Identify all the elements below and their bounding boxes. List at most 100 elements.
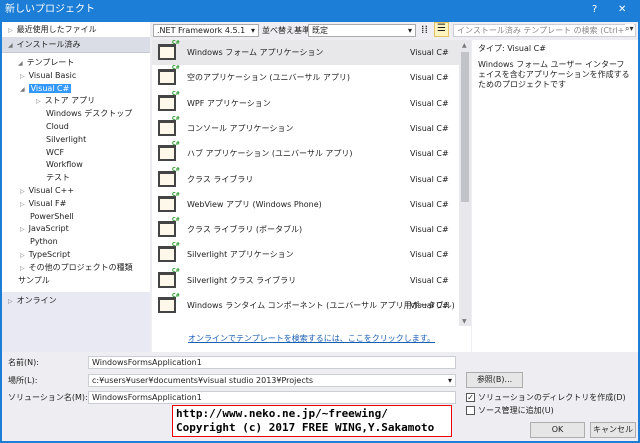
small-icons-view-icon[interactable]: ⁞⁞ [421,23,428,36]
search-icon[interactable]: ⌕▾ [625,24,634,34]
location-input[interactable]: c:¥users¥user¥documents¥visual studio 20… [88,374,456,387]
template-icon [158,44,176,60]
csharp-badge-icon: C# [172,242,180,249]
tree-item[interactable]: Python [30,236,58,248]
scroll-up-icon[interactable]: ▲ [462,42,467,49]
csharp-badge-icon: C# [172,217,180,224]
expand-arrow-icon[interactable]: ▷ [20,73,25,80]
expand-arrow-icon[interactable]: ▷ [20,252,25,259]
tree-item[interactable]: ▷ JavaScript [20,223,69,235]
template-type: Visual C# [410,149,449,159]
watermark-copyright: Copyright (c) 2017 FREE WING,Y.Sakamoto [176,421,435,434]
installed-section[interactable]: ◢ インストール済み [2,37,150,53]
template-row[interactable]: C# クラス ライブラリ (ポータブル) Visual C# [152,217,459,242]
tree-item-label: テンプレート [26,58,75,67]
tree-item[interactable]: ▷ Visual C++ [20,185,74,197]
sort-select[interactable]: 既定 ▾ [308,24,416,37]
template-row[interactable]: C# 空のアプリケーション (ユニバーサル アプリ) Visual C# [152,65,459,90]
tree-item[interactable]: Workflow [46,159,83,171]
template-name: Silverlight クラス ライブラリ [187,275,297,285]
csharp-badge-icon: C# [172,267,180,274]
template-name: Windows フォーム アプリケーション [187,48,324,57]
template-row[interactable]: C# クラス ライブラリ Visual C# [152,167,459,192]
ok-button[interactable]: OK [530,422,585,438]
template-icon [158,246,176,263]
online-section[interactable]: ▷ オンライン [2,292,150,352]
tree-item-label: その他のプロジェクトの種類 [28,262,133,272]
framework-select[interactable]: .NET Framework 4.5.1 ▾ [153,24,259,37]
online-template-link[interactable]: オンラインでテンプレートを検索するには、ここをクリックします。 [188,334,435,343]
tree-item-label: サンプル [18,275,50,285]
expand-arrow-icon[interactable]: ▷ [36,98,41,105]
template-row[interactable]: C# Windows ランタイム コンポーネント (ユニバーサル アプリ用ポータブ… [152,293,459,318]
source-control-checkbox[interactable]: ソース管理に追加(U) [466,405,554,416]
checkbox-checked-icon[interactable]: ✓ [466,393,475,402]
template-row[interactable]: C# WPF アプリケーション Visual C# [152,91,459,116]
template-row[interactable]: C# WebView アプリ (Windows Phone) Visual C# [152,192,459,217]
tree-item[interactable]: ▷ TypeScript [20,249,70,261]
csharp-badge-icon: C# [172,141,180,148]
template-icon [158,69,176,86]
watermark-url: http://www.neko.ne.jp/~freewing/ [176,407,388,420]
tree-item[interactable]: サンプル [18,275,50,287]
tree-item[interactable]: テスト [46,172,70,184]
cancel-button[interactable]: キャンセル [590,422,636,438]
template-search-input[interactable]: インストール済み テンプレート の検索 (Ctrl+E) [453,24,636,37]
tree-item-label: Workflow [46,160,83,170]
scroll-down-icon[interactable]: ▼ [462,318,467,325]
tree-item[interactable]: ▷ ストア アプリ [36,95,95,107]
tree-item[interactable]: WCF [46,147,64,159]
template-name: 空のアプリケーション (ユニバーサル アプリ) [187,73,351,83]
expand-arrow-icon[interactable]: ◢ [18,60,23,67]
tree-item-label: Python [30,237,58,247]
browse-button[interactable]: 参照(B)... [466,372,523,388]
template-icon [158,195,176,212]
tree-item[interactable]: ▷ Visual Basic [20,70,76,82]
project-name-input[interactable]: WindowsFormsApplication1 [88,356,456,369]
template-icon [158,221,176,238]
create-directory-checkbox[interactable]: ✓ ソリューションのディレクトリを作成(D) [466,392,626,403]
online-label: オンライン [16,296,57,305]
tree-item[interactable]: PowerShell [30,211,74,223]
tree-item[interactable]: Silverlight [46,134,86,146]
tree-item[interactable]: ◢ テンプレート [18,57,74,69]
tree-item[interactable]: Windows デスクトップ [46,108,132,120]
tree-item-label: Windows デスクトップ [46,109,133,119]
tree-item[interactable]: ◢ Visual C# [20,83,72,95]
tree-item[interactable]: Cloud [46,121,69,133]
window-title: 新しいプロジェクト [5,4,95,15]
expand-arrow-icon[interactable]: ◢ [20,86,25,93]
checkbox-unchecked-icon[interactable] [466,406,475,415]
template-name: WPF アプリケーション [187,98,271,108]
tree-item[interactable]: ▷ Visual F# [20,198,66,210]
template-icon [158,271,176,288]
template-row[interactable]: C# Silverlight アプリケーション Visual C# [152,242,459,267]
tree-item[interactable]: ▷ その他のプロジェクトの種類 [20,262,133,274]
expand-arrow-icon[interactable]: ▷ [20,201,25,208]
tree-item-label: Visual C# [28,83,72,93]
csharp-badge-icon: C# [172,166,180,173]
template-row[interactable]: C# Windows フォーム アプリケーション Visual C# [152,40,459,65]
expand-arrow-icon[interactable]: ▷ [20,265,25,272]
scrollbar-thumb[interactable] [461,52,469,202]
close-button[interactable]: ✕ [618,0,626,20]
location-label: 場所(L): [8,376,38,385]
list-view-icon[interactable]: ☰ [434,22,449,37]
template-row[interactable]: C# コンソール アプリケーション Visual C# [152,116,459,141]
tree-item-label: Visual Basic [28,70,77,80]
expand-arrow-icon[interactable]: ▷ [20,226,25,233]
details-description: Windows フォーム ユーザー インターフェイスを含むアプリケーションを作成… [478,60,630,89]
template-type: Visual C# [410,48,449,57]
template-row[interactable]: C# Silverlight クラス ライブラリ Visual C# [152,268,459,293]
template-row[interactable]: C# ハブ アプリケーション (ユニバーサル アプリ) Visual C# [152,141,459,166]
tree-item-label: テスト [46,173,70,183]
details-type: タイプ: Visual C# [478,44,546,53]
help-button[interactable]: ? [592,0,597,20]
expand-arrow-icon[interactable]: ▷ [20,188,25,195]
template-type: Visual C# [410,250,449,260]
template-type: Visual C# [410,199,449,209]
recent-section[interactable]: ▷ 最近使用したファイル [2,22,150,38]
solution-name-input[interactable]: WindowsFormsApplication1 [88,391,456,404]
csharp-badge-icon: C# [172,293,180,299]
template-type: Visual C# [410,98,449,108]
